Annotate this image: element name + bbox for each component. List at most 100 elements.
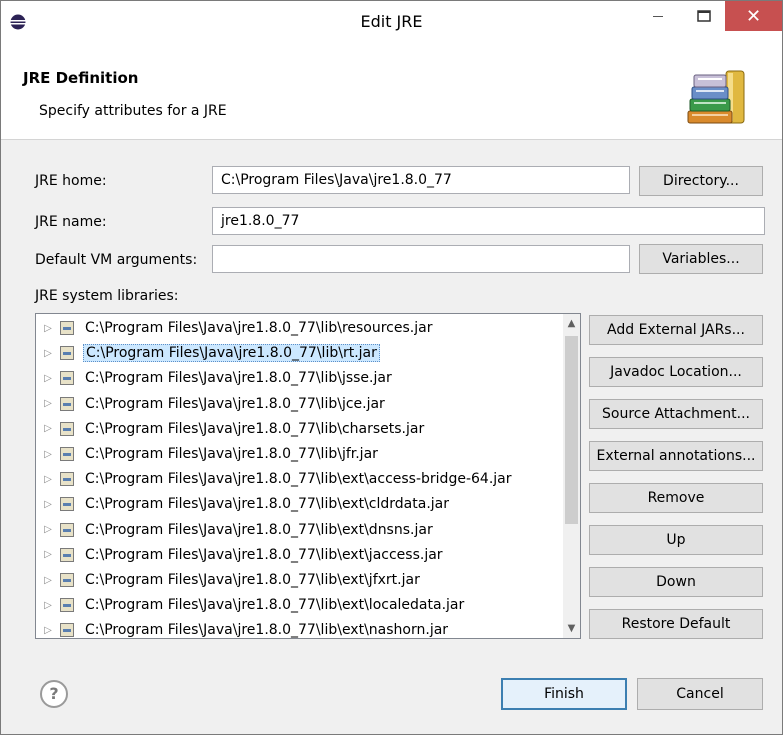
library-row[interactable]: ▷ C:\Program Files\Java\jre1.8.0_77\lib\e… [36,492,451,516]
directory-button[interactable]: Directory... [639,166,763,196]
library-path: C:\Program Files\Java\jre1.8.0_77\lib\re… [85,320,433,336]
header-subtitle: Specify attributes for a JRE [39,103,227,119]
expand-arrow-icon[interactable]: ▷ [36,524,60,535]
library-path: C:\Program Files\Java\jre1.8.0_77\lib\jc… [85,395,385,412]
expand-arrow-icon[interactable]: ▷ [36,423,60,434]
library-row[interactable]: ▷ C:\Program Files\Java\jre1.8.0_77\lib\r… [36,341,380,365]
jar-icon [60,598,74,613]
minimize-icon [652,16,663,17]
javadoc-location-button[interactable]: Javadoc Location... [589,357,763,387]
dialog-header: JRE Definition Specify attributes for a … [1,43,782,140]
cancel-label: Cancel [676,686,724,702]
close-icon: ✕ [745,5,762,27]
library-path: C:\Program Files\Java\jre1.8.0_77\lib\ex… [85,572,420,588]
add-external-jars-label: Add External JARs... [607,322,745,338]
library-row[interactable]: ▷ C:\Program Files\Java\jre1.8.0_77\lib\j… [36,442,380,466]
restore-default-button[interactable]: Restore Default [589,609,763,639]
expand-arrow-icon[interactable]: ▷ [36,499,60,510]
jar-icon [60,371,74,386]
maximize-icon [696,10,711,22]
jar-icon [60,497,74,512]
javadoc-location-label: Javadoc Location... [610,364,742,380]
restore-default-label: Restore Default [621,616,731,632]
finish-label: Finish [544,686,584,702]
library-path: C:\Program Files\Java\jre1.8.0_77\lib\ex… [85,471,512,488]
remove-label: Remove [647,490,705,506]
jar-icon [60,573,74,587]
jre-name-label: JRE name: [35,214,107,230]
jar-icon [60,472,74,487]
jar-icon [60,346,74,361]
libraries-list[interactable]: ▲ ▼ ▷ C:\Program Files\Java\jre1.8.0_77\l… [35,313,581,639]
cancel-button[interactable]: Cancel [637,678,763,710]
library-row[interactable]: ▷ C:\Program Files\Java\jre1.8.0_77\lib\e… [36,618,450,639]
expand-arrow-icon[interactable]: ▷ [36,398,60,409]
expand-arrow-icon[interactable]: ▷ [36,549,60,560]
expand-arrow-icon[interactable]: ▷ [36,625,60,636]
jre-name-field[interactable]: jre1.8.0_77 [212,207,765,235]
external-annotations-label: External annotations... [596,448,756,464]
vm-arguments-label: Default VM arguments: [35,252,198,268]
library-row[interactable]: ▷ C:\Program Files\Java\jre1.8.0_77\lib\e… [36,518,435,542]
expand-arrow-icon[interactable]: ▷ [36,323,60,334]
library-row[interactable]: ▷ C:\Program Files\Java\jre1.8.0_77\lib\e… [36,467,514,491]
jar-icon [60,421,74,436]
jar-icon [60,522,74,537]
source-attachment-label: Source Attachment... [602,406,750,422]
title-bar: Edit JRE ✕ [1,1,782,43]
jar-icon [60,547,74,562]
directory-button-label: Directory... [663,173,739,189]
finish-button[interactable]: Finish [501,678,627,710]
jre-home-label: JRE home: [35,173,107,189]
library-row[interactable]: ▷ C:\Program Files\Java\jre1.8.0_77\lib\r… [36,316,434,340]
scrollbar-thumb[interactable] [565,336,578,524]
edit-jre-dialog: Edit JRE ✕ JRE Definition Specify attrib… [0,0,783,735]
library-path: C:\Program Files\Java\jre1.8.0_77\lib\jf… [85,446,378,462]
variables-button-label: Variables... [662,251,740,267]
jre-books-icon [687,70,745,124]
library-path: C:\Program Files\Java\jre1.8.0_77\lib\ex… [85,521,433,538]
libraries-scrollbar[interactable]: ▲ ▼ [563,314,580,638]
minimize-button[interactable] [635,1,680,31]
library-path: C:\Program Files\Java\jre1.8.0_77\lib\rt… [83,344,380,363]
down-label: Down [656,574,696,590]
add-external-jars-button[interactable]: Add External JARs... [589,315,763,345]
up-label: Up [666,532,686,548]
library-row[interactable]: ▷ C:\Program Files\Java\jre1.8.0_77\lib\e… [36,593,466,617]
variables-button[interactable]: Variables... [639,244,763,274]
close-button[interactable]: ✕ [725,1,782,31]
library-path: C:\Program Files\Java\jre1.8.0_77\lib\ex… [85,546,443,563]
library-row[interactable]: ▷ C:\Program Files\Java\jre1.8.0_77\lib\j… [36,392,387,416]
header-title: JRE Definition [23,69,139,87]
library-row[interactable]: ▷ C:\Program Files\Java\jre1.8.0_77\lib\e… [36,568,422,592]
external-annotations-button[interactable]: External annotations... [589,441,763,471]
library-row[interactable]: ▷ C:\Program Files\Java\jre1.8.0_77\lib\e… [36,543,445,567]
vm-arguments-field[interactable] [212,245,630,273]
library-path: C:\Program Files\Java\jre1.8.0_77\lib\ex… [85,597,465,614]
down-button[interactable]: Down [589,567,763,597]
expand-arrow-icon[interactable]: ▷ [36,449,60,460]
library-path: C:\Program Files\Java\jre1.8.0_77\lib\js… [85,370,392,387]
library-path: C:\Program Files\Java\jre1.8.0_77\lib\ex… [85,622,449,639]
expand-arrow-icon[interactable]: ▷ [36,474,60,485]
jar-icon [60,396,74,411]
jar-icon [60,321,74,335]
up-button[interactable]: Up [589,525,763,555]
expand-arrow-icon[interactable]: ▷ [36,348,60,359]
expand-arrow-icon[interactable]: ▷ [36,575,60,586]
maximize-button[interactable] [681,1,726,31]
help-icon[interactable]: ? [40,680,68,708]
library-path: C:\Program Files\Java\jre1.8.0_77\lib\ch… [85,420,425,437]
library-path: C:\Program Files\Java\jre1.8.0_77\lib\ex… [85,496,449,513]
source-attachment-button[interactable]: Source Attachment... [589,399,763,429]
jre-home-field[interactable]: C:\Program Files\Java\jre1.8.0_77 [212,166,630,194]
expand-arrow-icon[interactable]: ▷ [36,373,60,384]
library-row[interactable]: ▷ C:\Program Files\Java\jre1.8.0_77\lib\j… [36,366,394,390]
scroll-up-icon[interactable]: ▲ [563,318,580,329]
expand-arrow-icon[interactable]: ▷ [36,600,60,611]
library-row[interactable]: ▷ C:\Program Files\Java\jre1.8.0_77\lib\c… [36,417,426,441]
scroll-down-icon[interactable]: ▼ [563,623,580,634]
jar-icon [60,447,74,461]
system-libraries-label: JRE system libraries: [35,288,179,304]
remove-button[interactable]: Remove [589,483,763,513]
